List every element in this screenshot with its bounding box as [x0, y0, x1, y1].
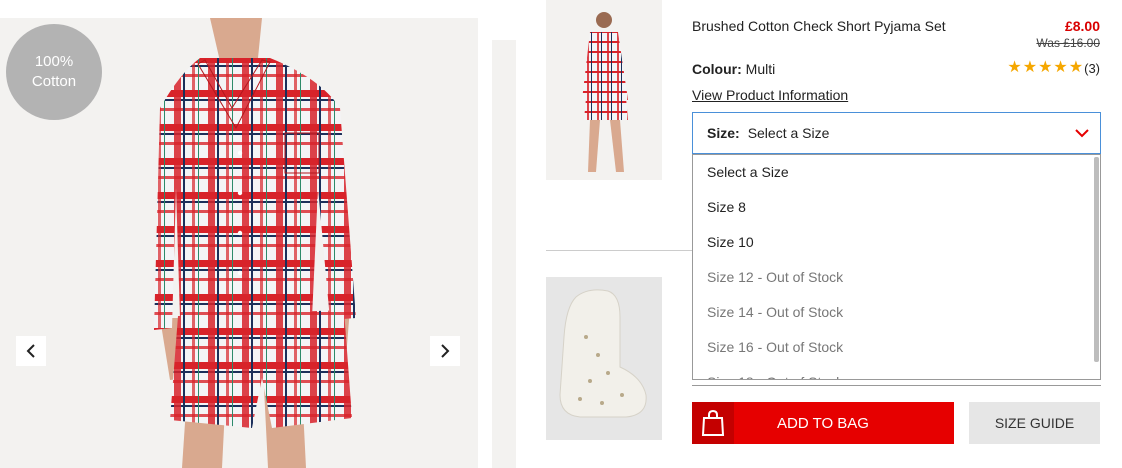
size-option[interactable]: Select a Size	[693, 155, 1100, 190]
select-underline	[692, 385, 1101, 386]
product-rating[interactable]: ★ ★ ★ ★ ★ (3)	[1007, 60, 1100, 76]
next-image-button[interactable]	[430, 336, 460, 366]
colour-info: Colour: Multi	[692, 61, 775, 77]
next-image-peek	[492, 40, 516, 468]
size-option[interactable]: Size 8	[693, 190, 1100, 225]
current-price: £8.00	[1064, 18, 1100, 34]
badge-line-1: 100%	[34, 53, 74, 70]
thumbnail-pyjama[interactable]	[546, 0, 662, 180]
size-option[interactable]: Size 16 - Out of Stock	[693, 330, 1100, 365]
star-icon: ★	[1022, 59, 1038, 76]
star-icon: ★	[1068, 59, 1084, 76]
product-title: Brushed Cotton Check Short Pyjama Set	[692, 18, 946, 34]
badge-line-2: Cotton	[31, 73, 77, 90]
was-price: Was £16.00	[1036, 36, 1100, 50]
size-option[interactable]: Size 10	[693, 225, 1100, 260]
view-product-information-link[interactable]: View Product Information	[692, 87, 848, 103]
size-selected-value: Select a Size	[747, 125, 830, 141]
bag-icon-box	[692, 402, 734, 444]
add-to-bag-button[interactable]: ADD TO BAG	[692, 402, 954, 444]
pyjama-thumbnail-image	[582, 12, 628, 172]
star-icon: ★	[1053, 59, 1068, 76]
chevron-right-icon	[441, 344, 450, 358]
chevron-down-icon	[1075, 129, 1089, 138]
thumbnail-divider	[546, 250, 694, 251]
colour-label: Colour:	[692, 61, 742, 77]
cotton-badge: 100% Cotton	[6, 24, 102, 120]
chevron-left-icon	[26, 344, 35, 358]
dropdown-scrollbar[interactable]	[1094, 157, 1099, 362]
size-option[interactable]: Size 14 - Out of Stock	[693, 295, 1100, 330]
size-guide-button[interactable]: SIZE GUIDE	[969, 402, 1100, 444]
slipper-boot-image	[559, 289, 647, 418]
thumbnail-slipper[interactable]	[546, 277, 662, 440]
main-product-image[interactable]: 100% Cotton	[0, 18, 478, 468]
colour-value: Multi	[745, 61, 776, 77]
size-option[interactable]: Size 18 - Out of Stock	[693, 365, 1100, 379]
rating-count: (3)	[1084, 60, 1100, 76]
size-dropdown-list[interactable]: Select a Size Size 8 Size 10 Size 12 - O…	[692, 154, 1101, 380]
add-to-bag-label: ADD TO BAG	[777, 414, 869, 432]
previous-image-button[interactable]	[16, 336, 46, 366]
star-icon: ★	[1038, 59, 1053, 76]
shopping-bag-icon	[701, 410, 725, 436]
size-option[interactable]: Size 12 - Out of Stock	[693, 260, 1100, 295]
size-select[interactable]: Size: Select a Size	[692, 112, 1101, 154]
star-icon: ★	[1007, 59, 1022, 76]
product-page: 100% Cotton Brushed Cotton Check Short P…	[0, 0, 1122, 468]
size-label: Size:	[707, 125, 740, 141]
